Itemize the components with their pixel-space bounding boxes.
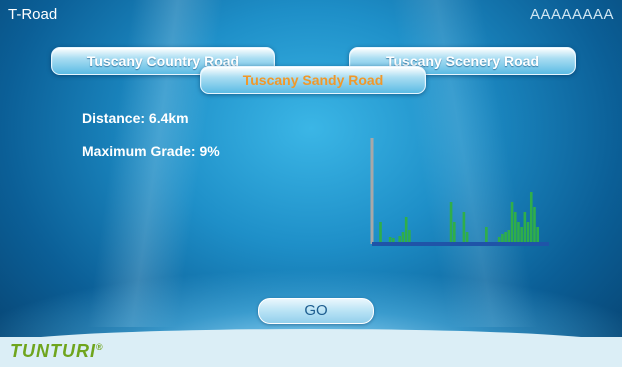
elevation-bar <box>507 230 511 242</box>
elevation-bar <box>523 212 527 242</box>
max-grade-text: Maximum Grade: 9% <box>82 143 220 159</box>
elevation-bar <box>501 234 504 242</box>
elevation-bar <box>404 217 408 242</box>
elevation-bar <box>398 236 402 242</box>
app-title: T-Road <box>8 6 58 23</box>
route-selection-screen: T-Road AAAAAAAA Tuscany Country Road Tus… <box>0 0 622 367</box>
elevation-bar <box>517 222 520 242</box>
elevation-bar <box>536 227 539 242</box>
route-option-sandy-selected[interactable]: Tuscany Sandy Road <box>200 66 426 94</box>
user-name: AAAAAAAA <box>529 6 614 23</box>
elevation-bar <box>388 237 392 242</box>
elevation-bar <box>513 212 517 242</box>
elevation-bar <box>485 227 488 242</box>
footer-bar: TUNTURI® <box>0 337 622 367</box>
elevation-bar <box>497 237 501 242</box>
elevation-bar <box>504 232 507 242</box>
elevation-bar <box>533 207 536 242</box>
elevation-bar <box>379 222 382 242</box>
elevation-bar <box>529 192 533 242</box>
elevation-bar <box>526 222 530 242</box>
elevation-bar <box>465 232 469 242</box>
elevation-bar <box>401 232 405 242</box>
distance-text: Distance: 6.4km <box>82 110 189 126</box>
elevation-bar <box>449 202 453 242</box>
tunturi-logo: TUNTURI® <box>10 341 103 361</box>
elevation-bar <box>392 238 395 242</box>
elevation-bars <box>379 192 539 242</box>
elevation-bar <box>462 212 466 242</box>
go-button[interactable]: GO <box>258 298 374 324</box>
elevation-bar <box>510 202 514 242</box>
elevation-bar <box>520 227 523 242</box>
elevation-profile-chart <box>370 138 549 246</box>
elevation-bar <box>452 222 456 242</box>
elevation-bar <box>408 230 411 242</box>
